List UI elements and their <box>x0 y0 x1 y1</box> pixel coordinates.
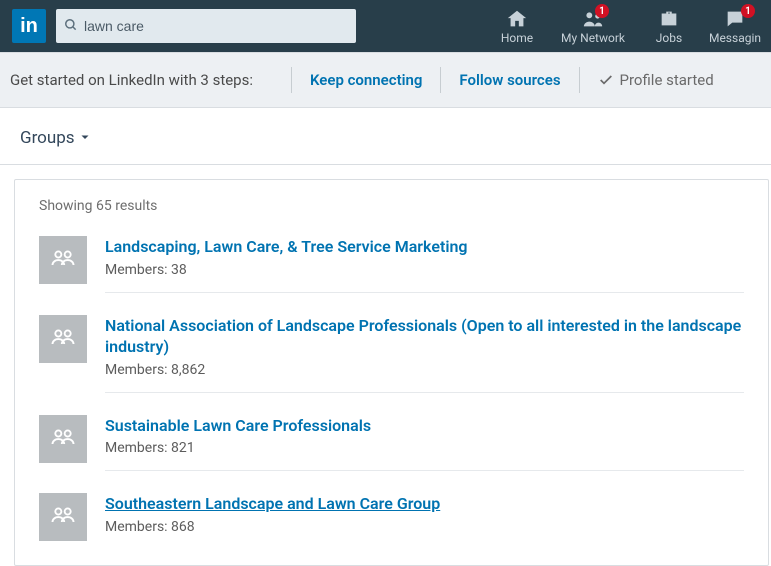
search-input[interactable] <box>84 18 348 34</box>
group-icon <box>49 323 77 355</box>
result-body: Southeastern Landscape and Lawn Care Gro… <box>105 493 744 541</box>
nav-jobs[interactable]: Jobs <box>631 0 707 52</box>
result-body: Landscaping, Lawn Care, & Tree Service M… <box>105 236 744 293</box>
profile-started-label: Profile started <box>620 71 714 89</box>
nav-network[interactable]: 1 My Network <box>555 0 631 52</box>
group-icon <box>49 423 77 455</box>
result-title[interactable]: Southeastern Landscape and Lawn Care Gro… <box>105 493 744 515</box>
group-icon <box>49 501 77 533</box>
nav-items: Home 1 My Network Jobs 1 Messagin <box>479 0 763 52</box>
result-row: Landscaping, Lawn Care, & Tree Service M… <box>39 228 744 307</box>
separator <box>579 67 580 93</box>
nav-messaging-label: Messagin <box>709 32 761 44</box>
nav-jobs-label: Jobs <box>656 32 682 44</box>
filter-dropdown[interactable]: Groups <box>0 108 771 164</box>
linkedin-logo[interactable]: in <box>12 9 46 43</box>
result-title[interactable]: Landscaping, Lawn Care, & Tree Service M… <box>105 236 744 258</box>
caret-down-icon <box>79 128 91 148</box>
results-area: Showing 65 results Landscaping, Lawn Car… <box>0 165 771 566</box>
results-count: Showing 65 results <box>39 198 744 214</box>
result-row: Southeastern Landscape and Lawn Care Gro… <box>39 485 744 555</box>
get-started-text: Get started on LinkedIn with 3 steps: <box>10 71 273 89</box>
group-thumb <box>39 415 87 463</box>
get-started-bar: Get started on LinkedIn with 3 steps: Ke… <box>0 52 771 108</box>
keep-connecting-link[interactable]: Keep connecting <box>310 71 422 89</box>
result-row: National Association of Landscape Profes… <box>39 307 744 407</box>
result-members: Members: 38 <box>105 262 744 278</box>
result-body: Sustainable Lawn Care Professionals Membe… <box>105 415 744 472</box>
group-thumb <box>39 493 87 541</box>
home-icon <box>506 8 528 30</box>
separator <box>291 67 292 93</box>
result-title[interactable]: Sustainable Lawn Care Professionals <box>105 415 744 437</box>
top-nav: in Home 1 My Network Jobs 1 Messagin <box>0 0 771 52</box>
group-thumb <box>39 315 87 363</box>
results-list: Landscaping, Lawn Care, & Tree Service M… <box>39 228 744 555</box>
profile-started-step: Profile started <box>598 71 714 89</box>
result-members: Members: 821 <box>105 440 744 456</box>
nav-network-label: My Network <box>561 32 625 44</box>
nav-messaging[interactable]: 1 Messagin <box>707 0 763 52</box>
result-members: Members: 868 <box>105 519 744 535</box>
group-icon <box>49 244 77 276</box>
search-box[interactable] <box>56 9 356 43</box>
network-badge: 1 <box>595 4 609 18</box>
separator <box>440 67 441 93</box>
messaging-badge: 1 <box>741 4 755 18</box>
result-title[interactable]: National Association of Landscape Profes… <box>105 315 744 358</box>
follow-sources-link[interactable]: Follow sources <box>459 71 560 89</box>
check-icon <box>598 72 614 88</box>
results-card: Showing 65 results Landscaping, Lawn Car… <box>14 179 769 566</box>
nav-home-label: Home <box>501 32 533 44</box>
nav-home[interactable]: Home <box>479 0 555 52</box>
linkedin-logo-text: in <box>20 15 38 38</box>
result-body: National Association of Landscape Profes… <box>105 315 744 393</box>
result-members: Members: 8,862 <box>105 362 744 378</box>
filter-label: Groups <box>20 128 75 148</box>
result-row: Sustainable Lawn Care Professionals Membe… <box>39 407 744 486</box>
briefcase-icon <box>658 8 680 30</box>
group-thumb <box>39 236 87 284</box>
search-icon <box>64 17 78 36</box>
